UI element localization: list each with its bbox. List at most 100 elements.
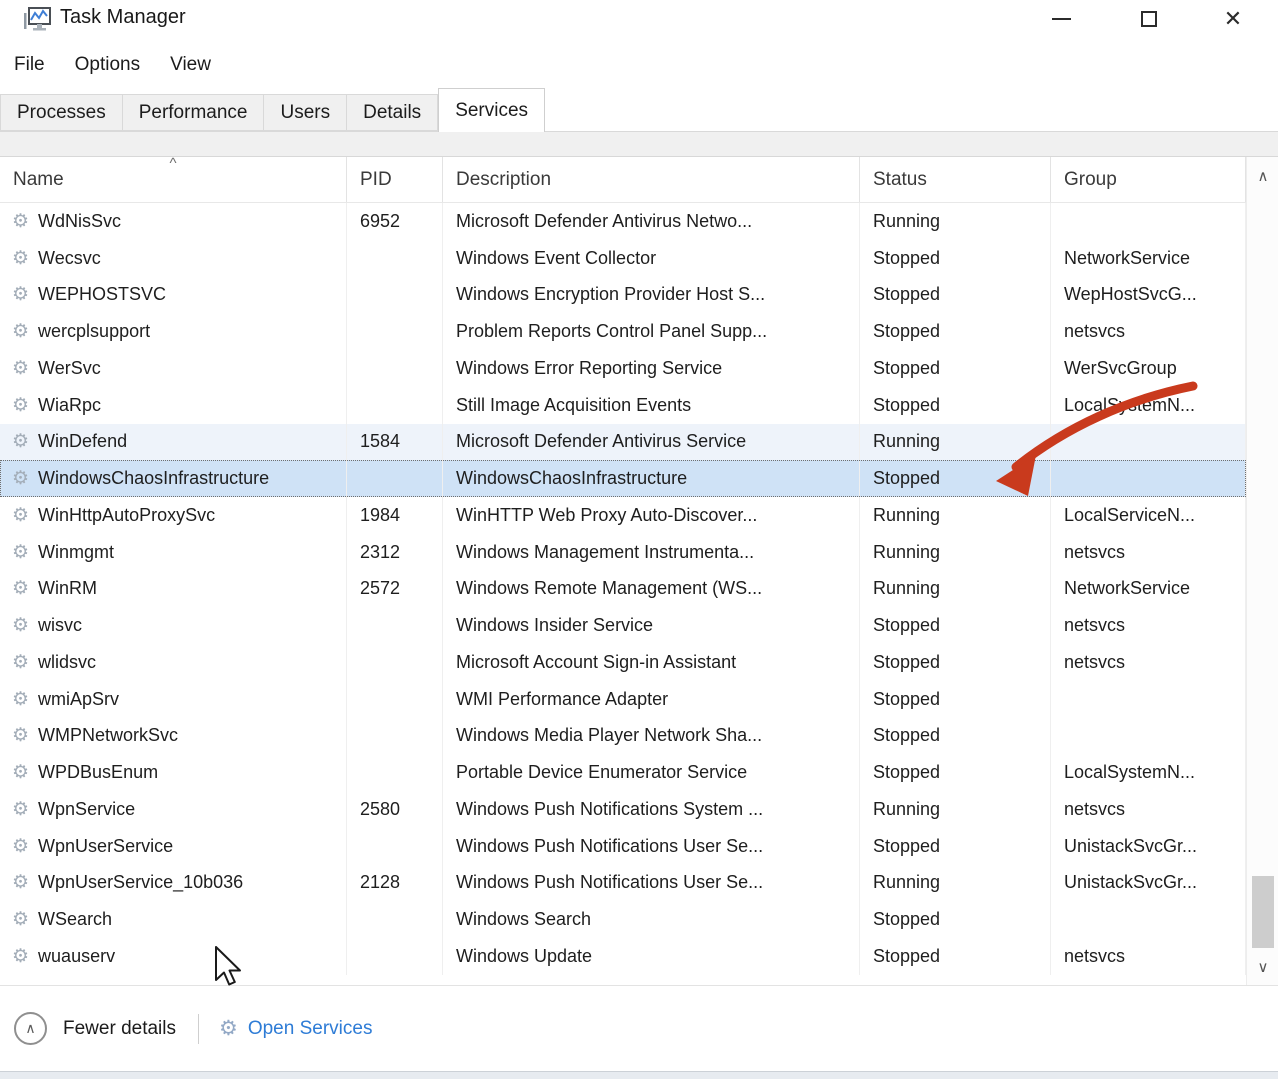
service-gear-icon: ⚙ <box>12 543 29 562</box>
service-row-winrm[interactable]: ⚙WinRM2572Windows Remote Management (WS.… <box>0 571 1246 608</box>
service-group-cell: netsvcs <box>1051 938 1246 975</box>
column-label: Group <box>1064 169 1117 191</box>
service-description-cell: Windows Update <box>443 938 860 975</box>
minimize-icon <box>1052 18 1071 20</box>
service-name-cell: ⚙WpnUserService_10b036 <box>0 865 347 902</box>
service-row-winmgmt[interactable]: ⚙Winmgmt2312Windows Management Instrumen… <box>0 534 1246 571</box>
service-description-cell: Portable Device Enumerator Service <box>443 754 860 791</box>
menu-item-view[interactable]: View <box>170 54 211 76</box>
service-row-wmpnetworksvc[interactable]: ⚙WMPNetworkSvcWindows Media Player Netwo… <box>0 718 1246 755</box>
service-row-wsearch[interactable]: ⚙WSearchWindows SearchStopped <box>0 901 1246 938</box>
service-row-winhttpautoproxysvc[interactable]: ⚙WinHttpAutoProxySvc1984WinHTTP Web Prox… <box>0 497 1246 534</box>
task-manager-app-icon <box>22 5 52 35</box>
service-gear-icon: ⚙ <box>12 249 29 268</box>
footer-bar: ∧ Fewer details ⚙ Open Services <box>0 985 1278 1071</box>
service-name: wlidsvc <box>38 652 96 673</box>
service-description-cell: Windows Insider Service <box>443 607 860 644</box>
fewer-details-button[interactable]: ∧ Fewer details <box>14 1012 176 1045</box>
menu-bar: File Options View <box>0 44 1278 86</box>
scrollbar-thumb[interactable] <box>1252 876 1274 948</box>
service-gear-icon: ⚙ <box>12 873 29 892</box>
service-gear-icon: ⚙ <box>12 432 29 451</box>
tab-details[interactable]: Details <box>347 94 438 131</box>
service-row-wersvc[interactable]: ⚙WerSvc Windows Error Reporting ServiceSt… <box>0 350 1246 387</box>
service-description-cell: Microsoft Defender Antivirus Netwo... <box>443 203 860 240</box>
minimize-button[interactable] <box>1038 0 1084 38</box>
close-button[interactable]: ✕ <box>1210 0 1256 38</box>
service-status-cell: Stopped <box>860 350 1051 387</box>
vertical-scrollbar[interactable]: ∧ ∨ <box>1246 157 1278 986</box>
service-group-cell: LocalSystemN... <box>1051 754 1246 791</box>
service-name-cell: ⚙WdNisSvc <box>0 203 347 240</box>
service-gear-icon: ⚙ <box>12 506 29 525</box>
service-row-wpnuserservice[interactable]: ⚙WpnUserServiceWindows Push Notification… <box>0 828 1246 865</box>
service-status-cell: Stopped <box>860 240 1051 277</box>
tab-processes[interactable]: Processes <box>0 94 123 131</box>
service-group-cell <box>1051 424 1246 461</box>
service-name: WinDefend <box>38 431 127 452</box>
service-row-wmiapsrv[interactable]: ⚙wmiApSrvWMI Performance AdapterStopped <box>0 681 1246 718</box>
menu-item-options[interactable]: Options <box>75 54 140 76</box>
service-description-cell: Microsoft Account Sign-in Assistant <box>443 644 860 681</box>
service-row-wpnservice[interactable]: ⚙WpnService2580Windows Push Notification… <box>0 791 1246 828</box>
service-description-cell: Problem Reports Control Panel Supp... <box>443 313 860 350</box>
service-row-wlidsvc[interactable]: ⚙ wlidsvc Microsoft Account Sign-in Assist… <box>0 644 1246 681</box>
service-pid-cell <box>347 277 443 314</box>
service-row-wecsvc[interactable]: ⚙WecsvcWindows Event CollectorStoppedNet… <box>0 240 1246 277</box>
tab-strip: ProcessesPerformanceUsersDetailsServices <box>0 88 1278 132</box>
service-gear-icon: ⚙ <box>12 653 29 672</box>
tab-services[interactable]: Services <box>438 88 545 132</box>
service-pid-cell <box>347 938 443 975</box>
service-name: Wecsvc <box>38 248 101 269</box>
column-header-name[interactable]: Name^ <box>0 157 347 202</box>
service-status-cell: Stopped <box>860 901 1051 938</box>
service-description-cell: WindowsChaosInfrastructure <box>443 460 860 497</box>
service-row-wisvc[interactable]: ⚙wisvcWindows Insider ServiceStoppednets… <box>0 607 1246 644</box>
service-pid-cell <box>347 240 443 277</box>
service-row-wiarpc[interactable]: ⚙WiaRpcStill Image Acquisition EventsSto… <box>0 387 1246 424</box>
column-label: Description <box>456 169 551 191</box>
service-row-windefend[interactable]: ⚙WinDefend1584Microsoft Defender Antivir… <box>0 424 1246 461</box>
scroll-down-icon[interactable]: ∨ <box>1247 952 1278 982</box>
service-pid-cell: 2572 <box>347 571 443 608</box>
service-gear-icon: ⚙ <box>12 285 29 304</box>
service-name-cell: ⚙WerSvc <box>0 350 347 387</box>
open-services-link[interactable]: ⚙ Open Services <box>219 1018 372 1040</box>
service-row-windowschaosinfrastructure[interactable]: ⚙WindowsChaosInfrastructureWindowsChaosI… <box>0 460 1246 497</box>
service-name-cell: ⚙WMPNetworkSvc <box>0 718 347 755</box>
service-gear-icon: ⚙ <box>12 396 29 415</box>
service-row-wpdbusenum[interactable]: ⚙WPDBusEnum Portable Device Enumerator Se… <box>0 754 1246 791</box>
service-row-wephostsvc[interactable]: ⚙WEPHOSTSVCWindows Encryption Provider H… <box>0 277 1246 314</box>
service-row-wercplsupport[interactable]: ⚙wercplsupportProblem Reports Control Pa… <box>0 313 1246 350</box>
service-name-cell: ⚙WPDBusEnum <box>0 754 347 791</box>
tab-users[interactable]: Users <box>264 94 347 131</box>
service-status-cell: Stopped <box>860 387 1051 424</box>
service-gear-icon: ⚙ <box>12 837 29 856</box>
column-header-group[interactable]: Group <box>1051 157 1246 202</box>
service-status-cell: Stopped <box>860 754 1051 791</box>
column-header-description[interactable]: Description <box>443 157 860 202</box>
service-name: wisvc <box>38 615 82 636</box>
scroll-up-icon[interactable]: ∧ <box>1247 161 1278 191</box>
service-row-wpnuserservice-10b036[interactable]: ⚙WpnUserService_10b0362128Windows Push N… <box>0 865 1246 902</box>
service-row-wdnissvc[interactable]: ⚙WdNisSvc6952Microsoft Defender Antiviru… <box>0 203 1246 240</box>
maximize-button[interactable] <box>1126 0 1172 38</box>
service-pid-cell <box>347 350 443 387</box>
service-row-wuauserv[interactable]: ⚙wuauservWindows UpdateStoppednetsvcs <box>0 938 1246 975</box>
service-pid-cell <box>347 387 443 424</box>
service-description-cell: Windows Error Reporting Service <box>443 350 860 387</box>
service-description-cell: Windows Event Collector <box>443 240 860 277</box>
service-group-cell: WepHostSvcG... <box>1051 277 1246 314</box>
column-header-status[interactable]: Status <box>860 157 1051 202</box>
service-status-cell: Stopped <box>860 607 1051 644</box>
service-gear-icon: ⚙ <box>12 947 29 966</box>
chevron-up-circle-icon: ∧ <box>14 1012 47 1045</box>
service-group-cell <box>1051 460 1246 497</box>
service-group-cell <box>1051 901 1246 938</box>
service-status-cell: Stopped <box>860 828 1051 865</box>
menu-item-file[interactable]: File <box>14 54 45 76</box>
tab-performance[interactable]: Performance <box>123 94 265 131</box>
service-group-cell: netsvcs <box>1051 791 1246 828</box>
service-description-cell: Microsoft Defender Antivirus Service <box>443 424 860 461</box>
column-header-pid[interactable]: PID <box>347 157 443 202</box>
